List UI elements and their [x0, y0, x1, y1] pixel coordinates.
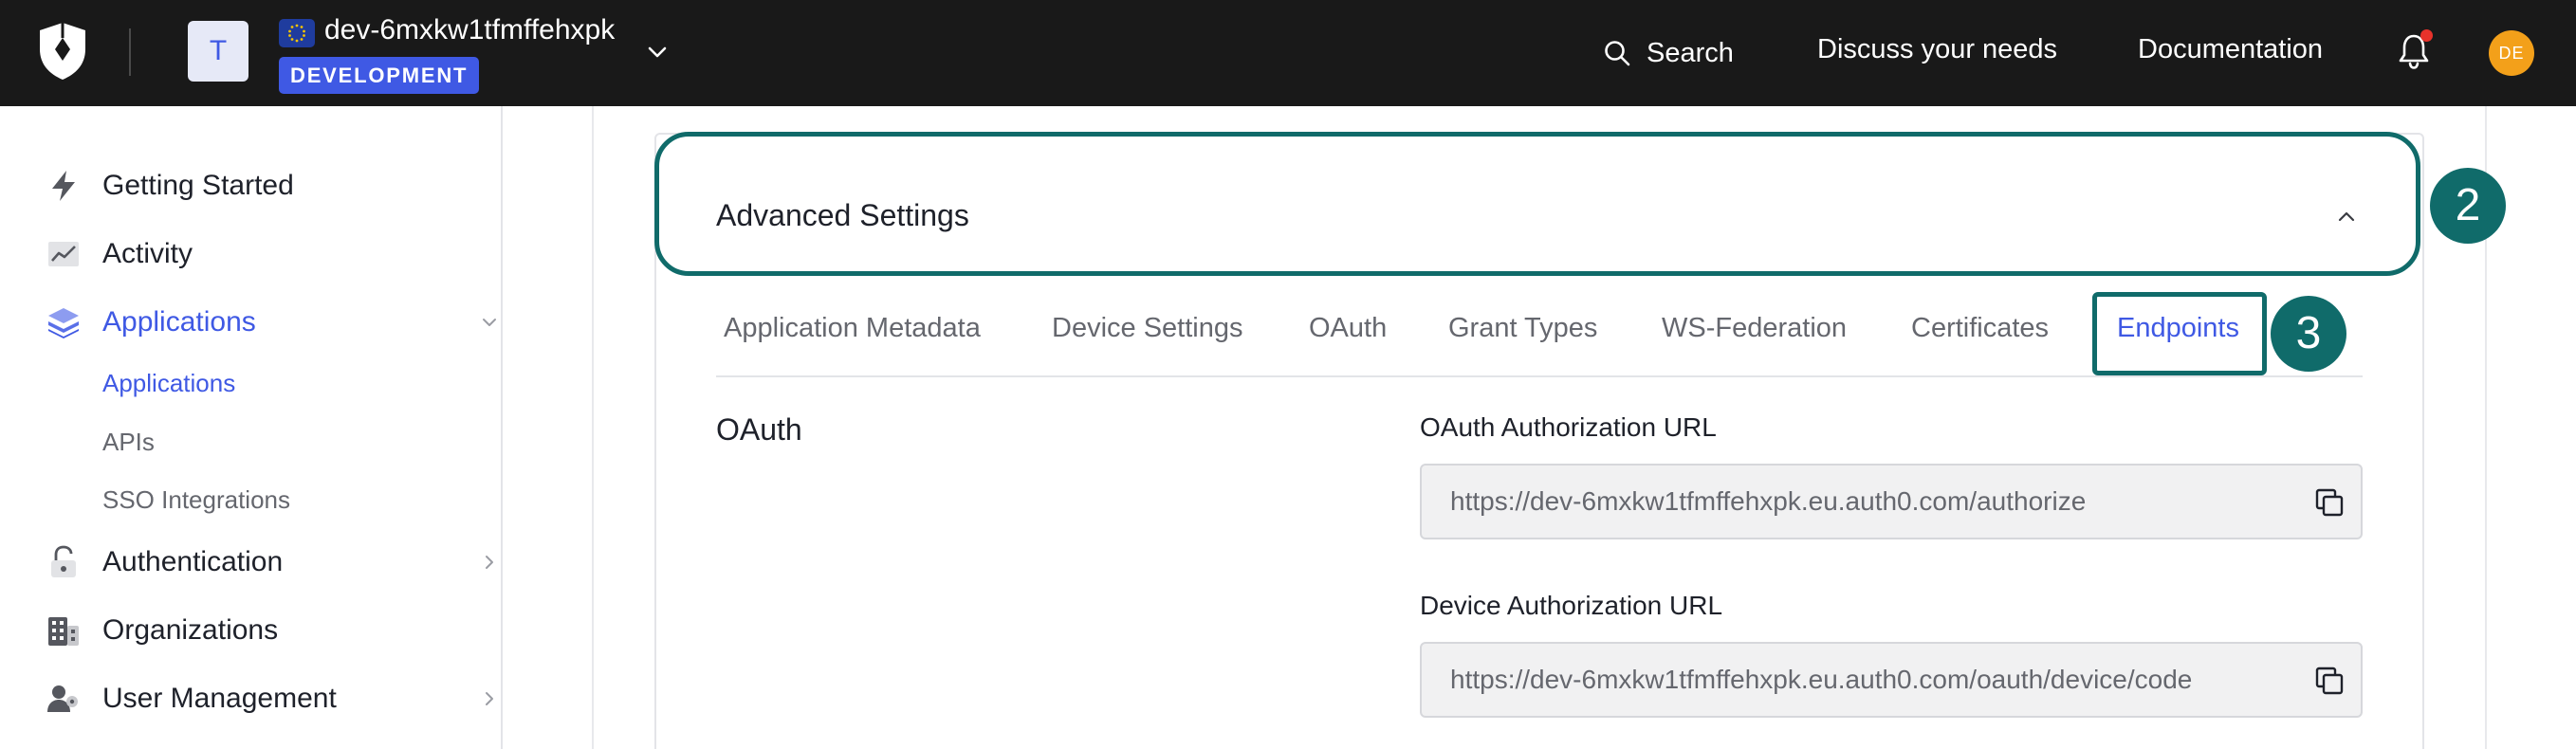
- copy-icon[interactable]: [2313, 486, 2346, 519]
- user-avatar[interactable]: DE: [2489, 30, 2534, 76]
- sidebar-item-label: User Management: [102, 683, 337, 714]
- bolt-icon: [52, 171, 75, 201]
- documentation-link[interactable]: Documentation: [2138, 34, 2323, 65]
- sidebar-item-organizations[interactable]: Organizations: [46, 607, 278, 654]
- sidebar-item-label: Authentication: [102, 546, 284, 577]
- step-badge-2: 2: [2430, 168, 2506, 244]
- search-label: Search: [1647, 37, 1734, 68]
- sidebar-item-label: Getting Started: [102, 170, 294, 201]
- sidebar-subitem-apis[interactable]: APIs: [102, 428, 155, 457]
- sidebar-item-authentication[interactable]: Authentication: [46, 539, 493, 586]
- content-left-rule: [592, 106, 594, 749]
- search-button[interactable]: Search: [1603, 28, 1734, 78]
- layers-icon: [48, 308, 79, 338]
- copy-icon[interactable]: [2313, 665, 2346, 697]
- top-bar: T dev-6mxkw1tfmffehxpk DEVELOPMENT Searc…: [0, 0, 2576, 106]
- tab-certificates[interactable]: Certificates: [1911, 313, 2049, 344]
- device-authorization-url-label: Device Authorization URL: [1420, 591, 1723, 620]
- users-icon: [47, 685, 78, 712]
- tenant-avatar[interactable]: T: [188, 21, 248, 82]
- tab-grant-types[interactable]: Grant Types: [1448, 313, 1597, 344]
- sidebar-item-label: Activity: [102, 238, 193, 269]
- tab-application-metadata[interactable]: Application Metadata: [724, 313, 981, 344]
- activity-chart-icon: [48, 242, 79, 266]
- sidebar-item-applications[interactable]: Applications: [46, 299, 496, 346]
- tab-oauth[interactable]: OAuth: [1309, 313, 1387, 344]
- device-authorization-url-input[interactable]: [1450, 644, 2285, 716]
- sidebar-item-label: Applications: [102, 306, 256, 338]
- sidebar: Getting Started Activity Applications Ap…: [0, 106, 503, 749]
- chevron-right-icon[interactable]: [478, 551, 501, 574]
- chevron-right-icon[interactable]: [478, 687, 501, 710]
- device-authorization-url-field[interactable]: [1420, 642, 2363, 718]
- sidebar-item-label: Organizations: [102, 614, 279, 646]
- chevron-up-icon[interactable]: [2335, 205, 2358, 228]
- lock-icon: [51, 545, 76, 577]
- sidebar-item-activity[interactable]: Activity: [46, 230, 193, 278]
- sidebar-subitem-sso-integrations[interactable]: SSO Integrations: [102, 485, 290, 515]
- topbar-divider: [129, 28, 131, 76]
- search-icon: [1605, 41, 1630, 66]
- auth0-logo-icon[interactable]: [36, 21, 89, 82]
- step-badge-3: 3: [2271, 296, 2346, 372]
- endpoints-tab-highlight: [2092, 292, 2267, 375]
- oauth-authorization-url-field[interactable]: [1420, 464, 2363, 539]
- tab-ws-federation[interactable]: WS-Federation: [1662, 313, 1847, 344]
- oauth-authorization-url-input[interactable]: [1450, 466, 2285, 538]
- eu-flag-icon: [279, 19, 315, 47]
- tenant-name[interactable]: dev-6mxkw1tfmffehxpk: [324, 14, 615, 46]
- chevron-down-icon[interactable]: [478, 311, 501, 334]
- chevron-down-icon[interactable]: [645, 40, 670, 64]
- tab-device-settings[interactable]: Device Settings: [1052, 313, 1243, 344]
- sidebar-item-user-management[interactable]: User Management: [46, 675, 493, 722]
- advanced-settings-title[interactable]: Advanced Settings: [716, 198, 969, 233]
- sidebar-item-getting-started[interactable]: Getting Started: [46, 162, 294, 210]
- sidebar-subitem-applications[interactable]: Applications: [102, 369, 235, 398]
- oauth-authorization-url-label: OAuth Authorization URL: [1420, 412, 1717, 442]
- oauth-group-heading: OAuth: [716, 412, 802, 447]
- notification-dot: [2420, 29, 2433, 42]
- environment-badge: DEVELOPMENT: [279, 57, 480, 94]
- discuss-needs-link[interactable]: Discuss your needs: [1817, 34, 2057, 65]
- building-icon: [48, 617, 79, 646]
